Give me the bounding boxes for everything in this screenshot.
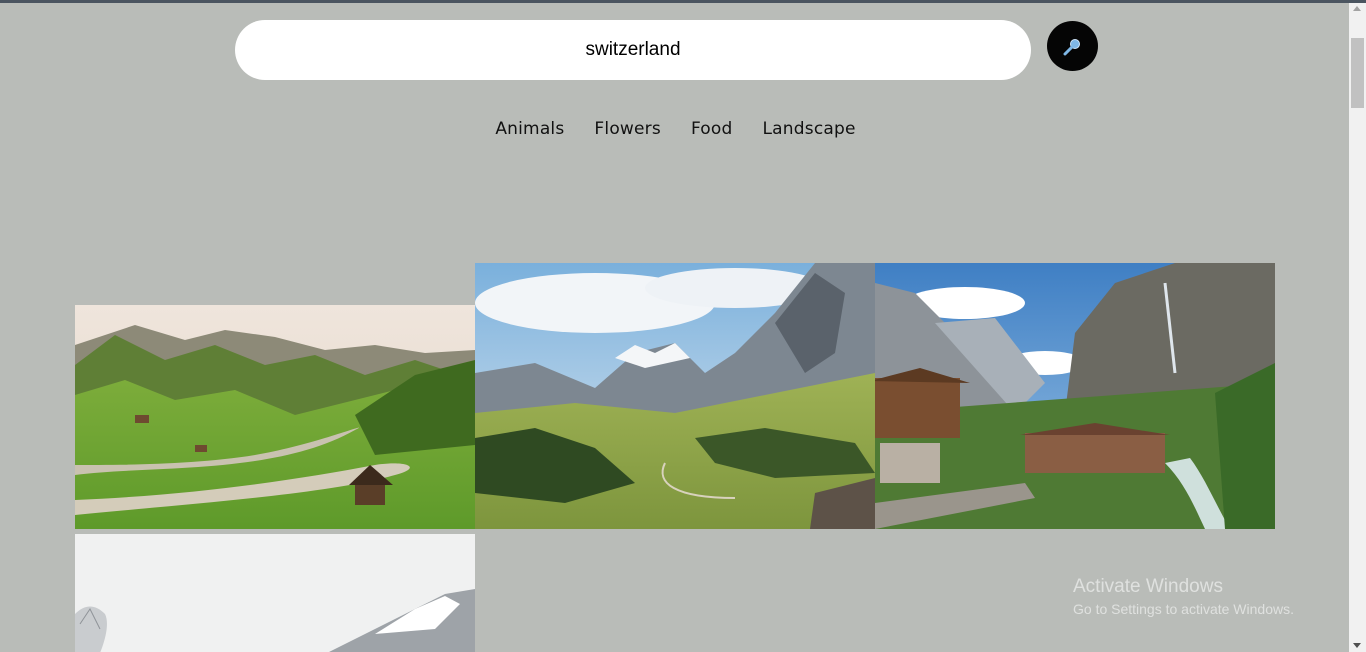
category-flowers[interactable]: Flowers <box>594 119 661 139</box>
snowy-mountain-image <box>75 534 475 652</box>
search-input[interactable] <box>235 20 1031 80</box>
photo-snowy-mountain[interactable] <box>75 534 475 652</box>
search-button[interactable] <box>1047 21 1098 71</box>
photo-alpine-village[interactable] <box>875 263 1275 529</box>
category-animals[interactable]: Animals <box>495 119 564 139</box>
photo-green-valley[interactable] <box>75 305 475 529</box>
category-food[interactable]: Food <box>691 119 733 139</box>
vertical-scrollbar[interactable] <box>1349 3 1366 652</box>
alpine-meadow-image <box>475 263 875 529</box>
scroll-up-arrow-icon[interactable] <box>1353 6 1361 11</box>
alpine-village-image <box>875 263 1275 529</box>
green-valley-image <box>75 305 475 529</box>
category-nav: Animals Flowers Food Landscape <box>0 119 1349 139</box>
search-icon <box>1063 39 1080 56</box>
scroll-down-arrow-icon[interactable] <box>1353 643 1361 648</box>
scrollbar-thumb[interactable] <box>1351 38 1364 108</box>
photo-alpine-meadow[interactable] <box>475 263 875 529</box>
category-landscape[interactable]: Landscape <box>763 119 856 139</box>
page-content: Animals Flowers Food Landscape <box>0 3 1349 652</box>
